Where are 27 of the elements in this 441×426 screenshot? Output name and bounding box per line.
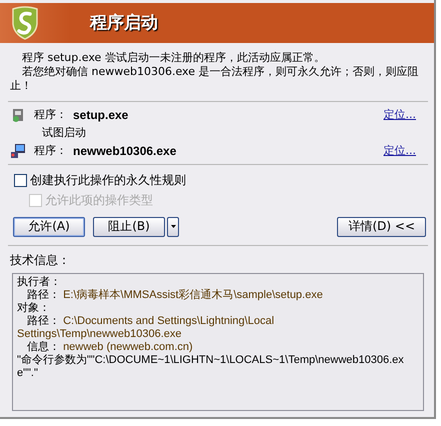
detail-heading: 执行者： <box>17 276 62 288</box>
detail-text: "命令行参数为""C:\DOCUME~1\LIGHTN~1\LOCALS~1\Temp\newweb10306.exe""." <box>17 354 405 380</box>
section-label: 技术信息： <box>9 252 71 268</box>
computer-icon <box>10 142 26 159</box>
details-button[interactable]: 详情(D) << <box>337 216 426 237</box>
message-text: 若您绝对确信 newweb10306.exe 是一合法程序，则可永久允许；否则，则应阻止！ <box>10 64 420 93</box>
block-button[interactable]: 阻止(B) <box>93 216 165 237</box>
allow-button[interactable]: 允许(A) <box>13 216 85 237</box>
action-text: 试图启动 <box>42 125 86 140</box>
checkbox[interactable] <box>14 174 27 188</box>
shield-logo-icon <box>10 6 40 40</box>
checkbox-label: 创建执行此操作的永久性规则 <box>30 172 186 190</box>
message-text: 程序 setup.exe 尝试启动一未注册的程序，此活动应属正常。 <box>21 50 326 65</box>
program-label: 程序： <box>34 143 67 158</box>
installer-icon <box>10 106 26 123</box>
program-name: newweb10306.exe <box>73 144 176 158</box>
dropdown-button[interactable] <box>167 216 179 237</box>
detail-text: 信息： newweb (newweb.com.cn) <box>27 340 194 354</box>
detail-text: 路径： E:\病毒样本\MMSAssist彩信通木马\sample\setup.exe <box>26 288 324 302</box>
detail-heading: 对象： <box>17 302 51 314</box>
window-title: 程序启动 <box>90 12 158 34</box>
program-label: 程序： <box>34 107 67 122</box>
locate-link[interactable]: 定位... <box>384 143 416 158</box>
locate-link[interactable]: 定位... <box>384 107 416 122</box>
program-name: setup.exe <box>73 108 128 122</box>
checkbox-label: 允许此项的操作类型 <box>45 192 153 210</box>
caret-icon <box>170 225 176 228</box>
